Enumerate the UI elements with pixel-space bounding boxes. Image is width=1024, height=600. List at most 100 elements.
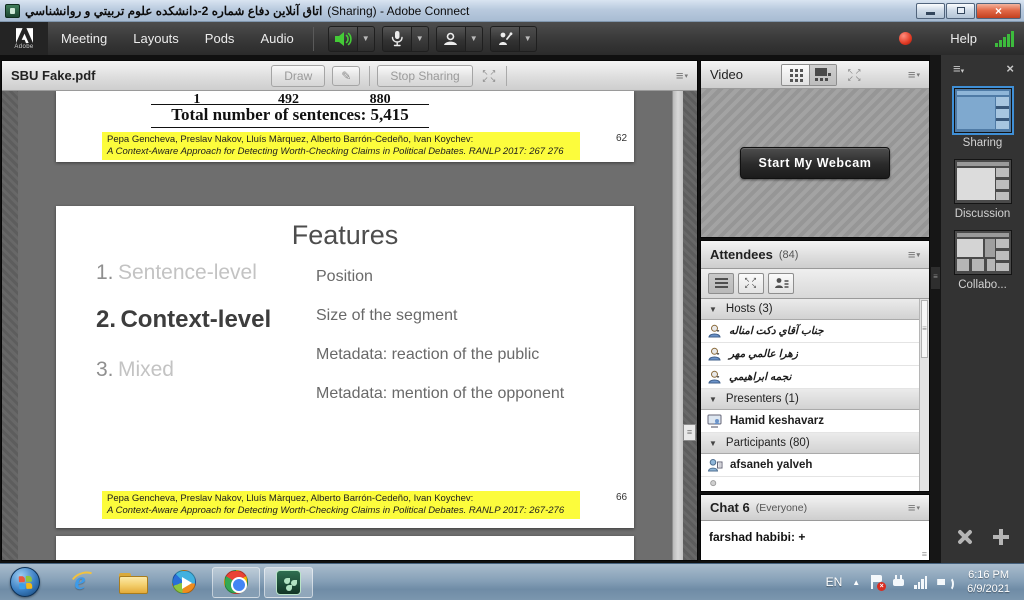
file-explorer-button[interactable] [112, 567, 152, 597]
start-my-webcam-button[interactable]: Start My Webcam [740, 147, 891, 179]
adobe-connect-taskbar-button[interactable] [264, 567, 313, 598]
share-pod-menu-icon[interactable]: ≡▾ [676, 69, 688, 82]
video-pod-content: Start My Webcam [701, 89, 929, 237]
microphone-button[interactable] [382, 26, 412, 52]
menu-item-layouts[interactable]: Layouts [120, 22, 192, 55]
feature-item-1: 1. Sentence-level [96, 261, 257, 285]
slide-total-line: Total number of sentences: 5,415 [151, 105, 429, 125]
video-grid-view-icon[interactable] [782, 65, 809, 85]
presenters-section-header[interactable]: ▼Presenters (1) [701, 389, 929, 410]
breakout-view-button[interactable]: ↖↗↙↘ [738, 273, 764, 294]
restore-button[interactable] [946, 3, 975, 19]
add-layout-icon[interactable] [991, 527, 1011, 547]
citation-line1: Pepa Gencheva, Preslav Nakov, Lluís Màrq… [107, 134, 575, 146]
feature-item-3: 3. Mixed [96, 358, 174, 382]
collaboration-layout-thumbnail[interactable] [954, 230, 1012, 275]
attendee-row-host[interactable]: نجمه ابراهيمي [701, 366, 929, 389]
grid-icon [790, 69, 793, 72]
discussion-layout-thumbnail[interactable] [954, 159, 1012, 204]
language-indicator[interactable]: EN [826, 575, 843, 589]
speaker-dropdown[interactable]: ▼ [358, 26, 375, 52]
video-fullscreen-icon[interactable]: ↖↗↙↘ [847, 68, 862, 82]
video-filmstrip-view-icon[interactable] [809, 65, 836, 85]
pointer-tool-button[interactable]: ✎ [332, 66, 360, 86]
webcam-dropdown[interactable]: ▼ [466, 26, 483, 52]
video-pod-title: Video [710, 67, 743, 82]
fullscreen-icon[interactable]: ↖↗↙↘ [482, 69, 497, 83]
sidebar-menu-icon[interactable]: ≡▾ [953, 62, 964, 75]
chat-messages: farshad habibi: + ≡ [701, 521, 929, 560]
video-pod-menu-icon[interactable]: ≡▾ [908, 68, 920, 81]
menu-item-help[interactable]: Help [938, 31, 989, 46]
collapse-triangle-icon: ▼ [709, 305, 717, 314]
attendee-row-host[interactable]: جناب آقاي دكت امناله [701, 320, 929, 343]
hosts-section-header[interactable]: ▼Hosts (3) [701, 299, 929, 320]
attendees-pod: Attendees (84) ≡▾ ↖↗↙↘ ≡ ▼Hosts (3) جناب… [700, 240, 930, 492]
collapse-triangle-icon: ▼ [709, 439, 717, 448]
attendee-row-presenter[interactable]: Hamid keshavarz [701, 410, 929, 433]
tray-expand-icon[interactable]: ▲ [852, 578, 860, 587]
attendees-pod-title: Attendees [710, 247, 773, 262]
internet-explorer-icon: e [74, 568, 85, 596]
close-button[interactable]: × [976, 3, 1021, 19]
restore-icon [957, 7, 965, 14]
webcam-button[interactable] [436, 26, 466, 52]
participants-section-header[interactable]: ▼Participants (80) [701, 433, 929, 454]
menu-item-pods[interactable]: Pods [192, 22, 248, 55]
share-pod: SBU Fake.pdf Draw ✎ Stop Sharing ↖↗↙↘ ≡▾… [1, 60, 698, 561]
layout-tools-icon[interactable] [954, 527, 974, 547]
volume-icon[interactable] [937, 575, 951, 589]
action-center-flag-icon[interactable]: × [870, 575, 883, 590]
minimize-button[interactable] [916, 3, 945, 19]
chrome-icon [224, 570, 248, 594]
attendee-row-clipped[interactable] [701, 477, 929, 490]
citation-highlight: Pepa Gencheva, Preslav Nakov, Lluís Màrq… [102, 132, 580, 160]
toolbar-separator [369, 66, 370, 86]
attendees-pod-menu-icon[interactable]: ≡▾ [908, 248, 920, 261]
sidebar-splitter[interactable]: ≡ [930, 55, 941, 563]
filmstrip-icon [815, 68, 831, 81]
menu-item-meeting[interactable]: Meeting [48, 22, 120, 55]
set-status-dropdown[interactable]: ▼ [520, 26, 537, 52]
network-signal-icon[interactable] [914, 576, 927, 589]
layout-option-collaboration[interactable]: Collabo... [941, 230, 1024, 291]
stop-sharing-button[interactable]: Stop Sharing [377, 65, 472, 87]
attendees-scrollbar-thumb[interactable]: ≡ [921, 300, 928, 358]
menu-separator [313, 27, 314, 51]
chrome-taskbar-button[interactable] [212, 567, 260, 598]
attendee-status-view-button[interactable] [768, 273, 794, 294]
pod-splitter-grip[interactable]: ≡ [683, 424, 696, 441]
sidebar-close-icon[interactable]: × [1006, 61, 1014, 76]
raise-hand-icon [496, 31, 513, 47]
clock-date: 6/9/2021 [967, 582, 1010, 596]
taskbar-clock[interactable]: 6:16 PM 6/9/2021 [961, 568, 1016, 596]
chat-pod: Chat 6 (Everyone) ≡▾ farshad habibi: + ≡ [700, 494, 930, 561]
internet-explorer-button[interactable]: e [60, 567, 100, 597]
person-status-icon [774, 277, 789, 290]
connection-signal-icon[interactable] [995, 31, 1014, 47]
chat-resize-grip[interactable]: ≡ [922, 549, 927, 559]
draw-button[interactable]: Draw [271, 65, 325, 87]
folder-icon [119, 573, 146, 592]
attendee-list-view-button[interactable] [708, 273, 734, 294]
sharing-layout-thumbnail[interactable] [954, 88, 1012, 133]
media-player-button[interactable] [164, 567, 204, 597]
attendees-count: (84) [779, 249, 799, 261]
chat-pod-menu-icon[interactable]: ≡▾ [908, 501, 920, 514]
menu-item-audio[interactable]: Audio [247, 22, 306, 55]
media-player-icon [172, 570, 196, 594]
attendee-row-host[interactable]: زهرا عالمي مهر [701, 343, 929, 366]
speaker-button[interactable] [328, 26, 358, 52]
set-status-button[interactable] [490, 26, 520, 52]
host-icon [707, 370, 722, 384]
document-scrollbar[interactable] [672, 91, 683, 560]
adobe-logo-label: Adobe [14, 44, 33, 50]
start-button[interactable] [10, 567, 40, 597]
microphone-dropdown[interactable]: ▼ [412, 26, 429, 52]
layout-option-sharing[interactable]: Sharing [941, 88, 1024, 149]
power-plug-icon[interactable] [893, 575, 904, 589]
attendee-row-participant[interactable]: afsaneh yalveh [701, 454, 929, 477]
layout-option-discussion[interactable]: Discussion [941, 159, 1024, 220]
attendees-scrollbar[interactable]: ≡ [919, 299, 929, 491]
splitter-grip-icon[interactable]: ≡ [931, 267, 940, 289]
